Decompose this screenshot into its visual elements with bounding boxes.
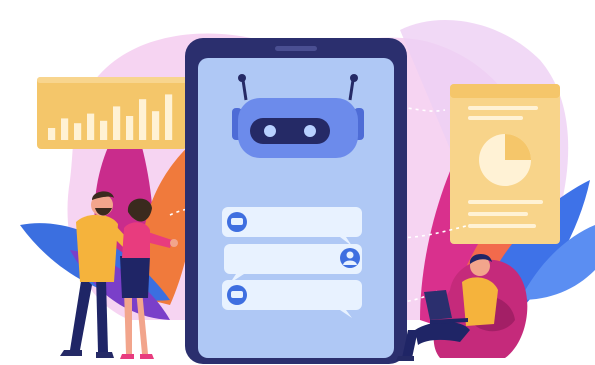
chart-card-background bbox=[37, 77, 187, 149]
document-line bbox=[468, 200, 543, 204]
chart-bar bbox=[100, 120, 108, 140]
chart-bar bbox=[126, 116, 134, 140]
document-card bbox=[450, 84, 560, 244]
chatbot-illustration bbox=[20, 20, 595, 364]
chart-bar bbox=[165, 94, 173, 140]
robot-eye bbox=[304, 125, 316, 137]
chart-card-highlight bbox=[37, 77, 187, 83]
woman-skirt bbox=[120, 256, 150, 298]
man-leg bbox=[70, 275, 92, 350]
robot-antenna-tip bbox=[238, 74, 246, 82]
seated-man-shoe bbox=[396, 356, 414, 361]
chart-bar bbox=[139, 99, 147, 140]
man-shoe bbox=[60, 350, 82, 356]
chart-bar bbox=[113, 106, 121, 140]
woman-shoe bbox=[140, 354, 154, 359]
chat-icon-glyph bbox=[231, 218, 243, 225]
document-line bbox=[468, 224, 536, 228]
document-line bbox=[468, 116, 523, 120]
bar-chart-card bbox=[37, 77, 187, 149]
chart-bar bbox=[48, 128, 56, 140]
robot-antenna-tip bbox=[350, 74, 358, 82]
woman-hand bbox=[170, 239, 178, 247]
chart-bar bbox=[152, 111, 160, 140]
document-line bbox=[468, 212, 528, 216]
tablet-device bbox=[185, 38, 407, 364]
chat-icon-glyph bbox=[231, 291, 243, 298]
woman-top bbox=[122, 222, 150, 258]
man-shoe bbox=[96, 352, 114, 358]
tablet-speaker bbox=[275, 46, 317, 51]
document-line bbox=[468, 106, 538, 110]
woman-shoe bbox=[120, 354, 134, 359]
chart-bar bbox=[61, 118, 69, 140]
robot-visor bbox=[250, 118, 330, 144]
user-icon-head bbox=[346, 251, 354, 259]
chart-bar bbox=[87, 113, 95, 140]
document-card-shade bbox=[450, 84, 560, 98]
man-shirt bbox=[76, 214, 118, 282]
chart-bar bbox=[74, 123, 82, 140]
robot-eye bbox=[264, 125, 276, 137]
woman-leg bbox=[124, 290, 132, 354]
